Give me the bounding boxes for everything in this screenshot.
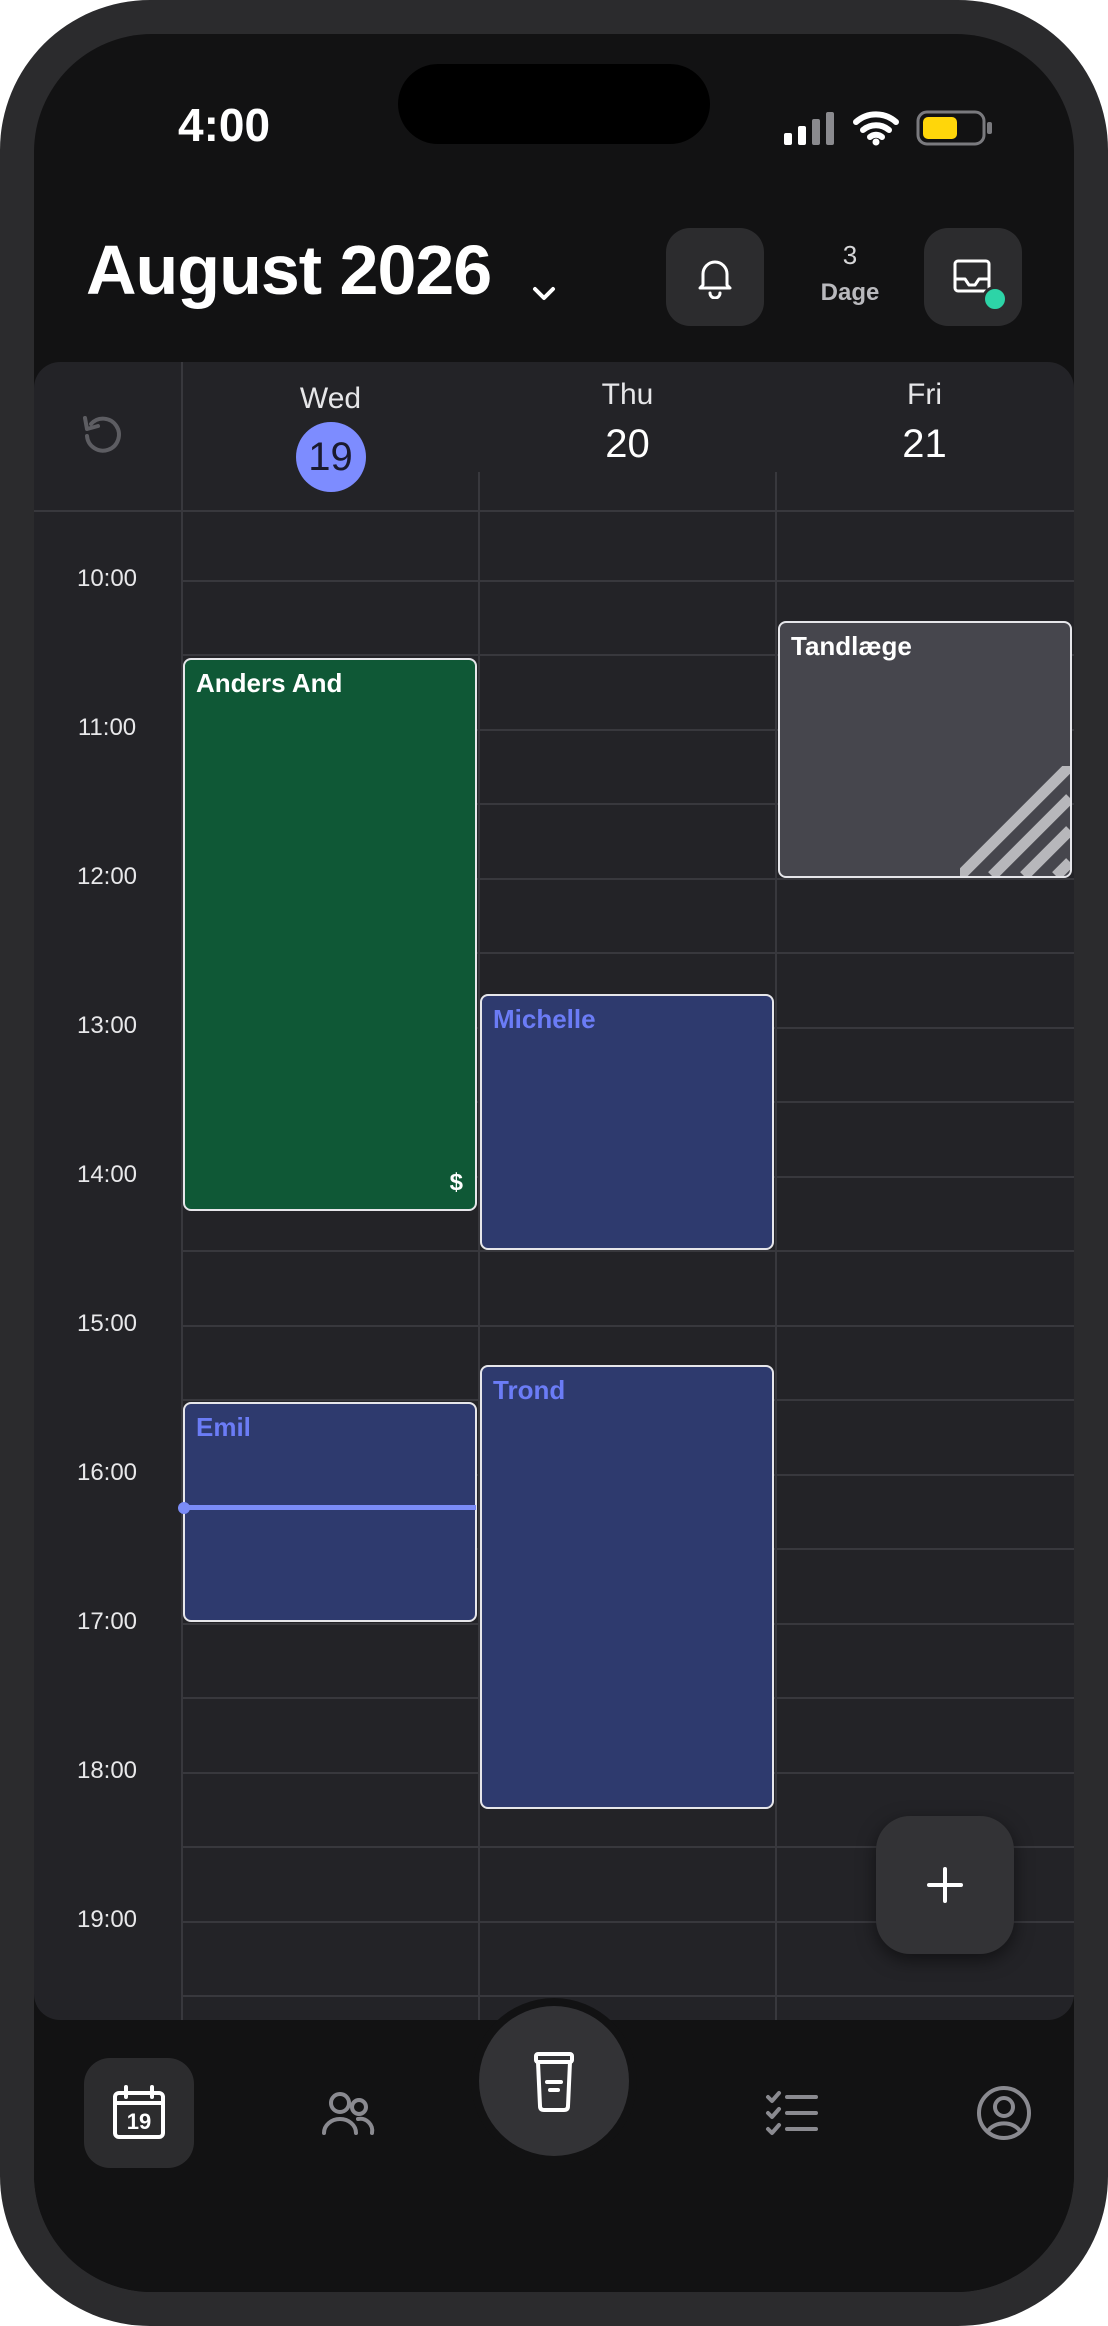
add-event-button[interactable]: [876, 1816, 1014, 1954]
day-name: Wed: [299, 382, 362, 415]
tab-center-action[interactable]: [479, 2006, 629, 2156]
tab-calendar[interactable]: 19: [84, 2058, 194, 2168]
calendar-icon-date: 19: [127, 2109, 151, 2134]
hour-label: 19:00: [76, 1906, 138, 1933]
notifications-button[interactable]: [666, 228, 764, 326]
hour-line: [182, 580, 1074, 582]
dynamic-island: [398, 64, 710, 144]
calendar-grid[interactable]: Wed 19 Thu 20 Fri 21 10:00 11:00 12:00 1…: [34, 362, 1074, 2020]
checklist-icon: [766, 2091, 818, 2135]
event-michelle[interactable]: Michelle: [480, 994, 774, 1250]
screen: 4:00 August 2026 3 Dage Wed 19 Thu 20 Fr…: [34, 34, 1074, 2292]
event-title: Anders And: [196, 668, 343, 698]
event-trond[interactable]: Trond: [480, 1365, 774, 1809]
event-anders-and[interactable]: Anders And $: [183, 658, 477, 1211]
hour-label: 10:00: [76, 565, 138, 592]
battery-icon: [916, 110, 992, 146]
striped-corner-icon: [960, 766, 1070, 876]
current-time-line: [184, 1505, 476, 1510]
hour-label: 12:00: [76, 863, 138, 890]
event-title: Michelle: [493, 1004, 596, 1034]
event-title: Emil: [196, 1412, 251, 1442]
month-title[interactable]: August 2026: [86, 230, 492, 310]
tab-bar: 19: [34, 1998, 1074, 2292]
cup-icon: [534, 2052, 574, 2112]
hour-label: 18:00: [76, 1757, 138, 1784]
inbox-badge: [982, 286, 1008, 312]
event-tandlaege[interactable]: Tandlæge: [778, 621, 1072, 878]
chevron-down-icon[interactable]: [530, 284, 558, 304]
day-name: Thu: [601, 378, 654, 411]
view-days-toggle[interactable]: 3 Dage: [800, 240, 900, 307]
plus-icon: [927, 1867, 963, 1903]
signal-icon: [784, 112, 834, 145]
wifi-icon: [853, 111, 899, 146]
tab-tasks[interactable]: [737, 2058, 847, 2168]
status-time: 4:00: [178, 99, 271, 151]
half-hour-line: [182, 1995, 1074, 1997]
half-hour-line: [182, 1250, 1074, 1252]
inbox-button[interactable]: [924, 228, 1022, 326]
payment-badge: $: [449, 1169, 463, 1196]
day-header-fri[interactable]: Fri 21: [776, 362, 1073, 510]
bell-icon: [698, 260, 732, 299]
event-title: Trond: [493, 1375, 566, 1405]
event-emil[interactable]: Emil: [183, 1402, 477, 1622]
hour-label: 11:00: [77, 714, 137, 741]
header-divider: [34, 510, 1074, 512]
view-days-count: 3: [842, 240, 858, 270]
day-date: 20: [605, 422, 650, 466]
current-time-dot: [178, 1502, 190, 1514]
column-divider: [775, 472, 777, 2020]
day-header-thu[interactable]: Thu 20: [479, 362, 776, 510]
status-icons: [782, 110, 994, 146]
hour-line: [182, 1325, 1074, 1327]
day-date: 21: [902, 422, 947, 466]
calendar-icon: 19: [113, 2085, 165, 2139]
tab-people[interactable]: [293, 2058, 403, 2168]
day-header-wed[interactable]: Wed 19: [182, 362, 479, 510]
hour-label: 14:00: [76, 1161, 138, 1188]
event-title: Tandlæge: [791, 631, 912, 661]
hour-label: 15:00: [76, 1310, 138, 1337]
refresh-icon[interactable]: [79, 412, 125, 458]
people-icon: [322, 2092, 375, 2135]
tab-profile[interactable]: [949, 2058, 1059, 2168]
hour-label: 17:00: [76, 1608, 138, 1635]
profile-icon: [977, 2086, 1031, 2140]
hour-label: 16:00: [76, 1459, 138, 1486]
phone-frame: 4:00 August 2026 3 Dage Wed 19 Thu 20 Fr…: [0, 0, 1108, 2326]
day-name: Fri: [907, 378, 942, 411]
hour-label: 13:00: [76, 1012, 138, 1039]
view-days-label: Dage: [820, 279, 880, 306]
day-date-today: 19: [295, 422, 366, 492]
